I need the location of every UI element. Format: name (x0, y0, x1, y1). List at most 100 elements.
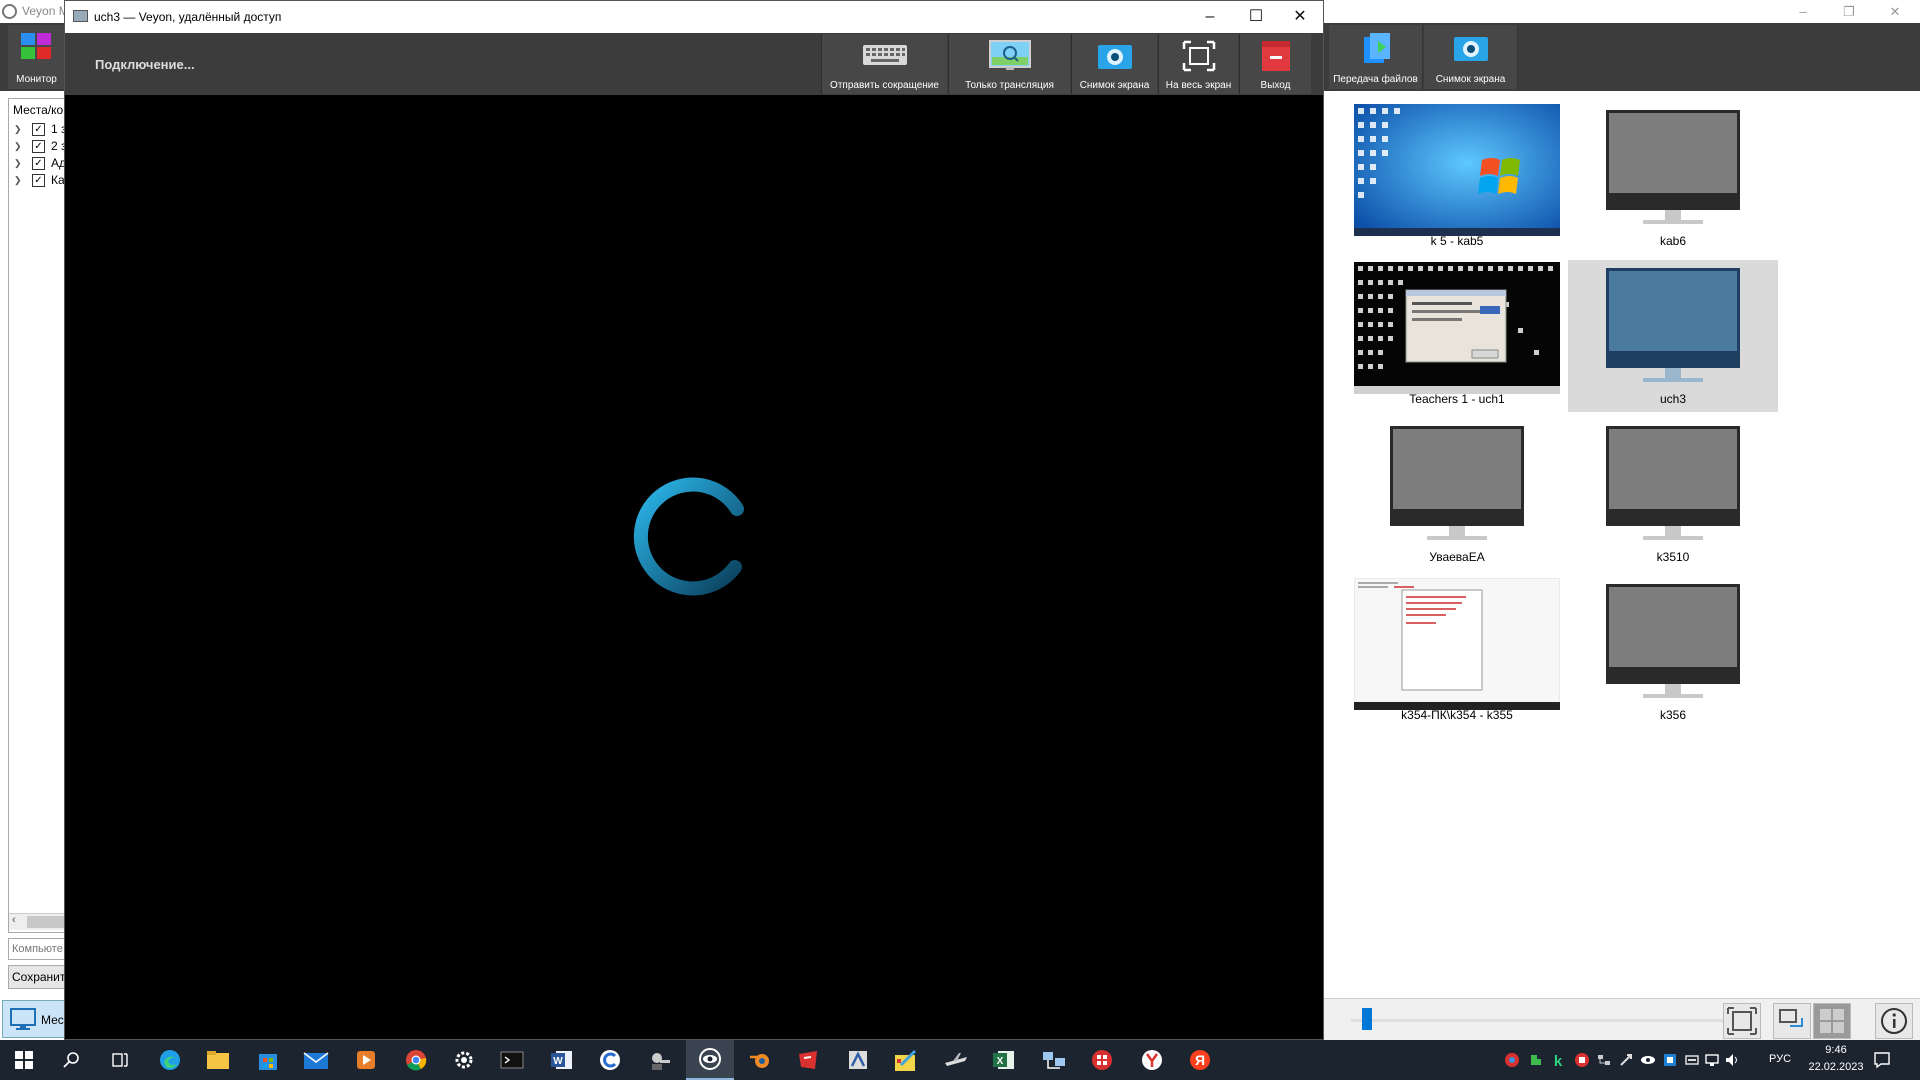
red-app-icon[interactable] (784, 1040, 832, 1080)
scrollbar-thumb[interactable] (27, 916, 67, 928)
language-indicator[interactable]: РУС (1769, 1053, 1791, 1065)
excel-icon[interactable]: X (980, 1040, 1028, 1080)
tray-app-icon[interactable] (1662, 1052, 1678, 1068)
checkbox[interactable]: ✓ (32, 174, 45, 187)
window-app-icon (73, 10, 88, 22)
mail-icon[interactable] (292, 1040, 340, 1080)
checkbox[interactable]: ✓ (32, 140, 45, 153)
network-app-icon[interactable] (1030, 1040, 1078, 1080)
computer-tile[interactable]: k 5 - kab5 (1352, 102, 1562, 254)
blender-icon[interactable] (736, 1040, 784, 1080)
tray-k-icon[interactable]: k (1550, 1052, 1566, 1068)
clock-time[interactable]: 9:46 (1806, 1044, 1866, 1056)
chevron-right-icon[interactable]: ❯ (14, 175, 22, 186)
computer-search-input[interactable]: Компьюте (8, 938, 68, 960)
scroll-left-icon[interactable]: ‹ (12, 914, 16, 926)
search-icon[interactable] (48, 1040, 96, 1080)
network-icon[interactable] (1704, 1052, 1720, 1068)
file-transfer-button[interactable]: Передача файлов (1329, 25, 1423, 89)
tray-veyon-icon[interactable] (1640, 1052, 1656, 1068)
checkbox[interactable]: ✓ (32, 157, 45, 170)
fullscreen-label: На весь экран (1165, 80, 1232, 91)
yandex-icon[interactable]: Я (1176, 1040, 1224, 1080)
horizontal-scrollbar[interactable]: ‹ (9, 913, 68, 930)
chevron-right-icon[interactable]: ❯ (14, 158, 22, 169)
remote-access-window: uch3 — Veyon, удалённый доступ – ☐ ✕ Под… (64, 0, 1324, 1040)
word-icon[interactable]: W (538, 1040, 586, 1080)
places-toggle-button[interactable]: Мес (2, 1000, 68, 1038)
fullscreen-icon (1182, 40, 1215, 72)
tray-antivirus-icon[interactable] (1574, 1052, 1590, 1068)
checkbox[interactable]: ✓ (32, 123, 45, 136)
computer-tile[interactable]: k356 (1568, 576, 1778, 728)
computer-tile[interactable]: УваеваЕА (1352, 418, 1562, 570)
screen-thumbnail (1354, 104, 1560, 236)
computer-tile[interactable]: k354-ПК\k354 - k355 (1352, 576, 1562, 728)
remote-screen-view[interactable] (65, 95, 1323, 1039)
master-screenshot-button[interactable]: Снимок экрана (1424, 25, 1518, 89)
monitor-button-label: Монитор (16, 74, 57, 85)
paint-app-icon[interactable] (882, 1040, 930, 1080)
tray-yandex-disk-icon[interactable] (1504, 1052, 1520, 1068)
tray-tool-icon[interactable] (1618, 1052, 1634, 1068)
media-player-icon[interactable] (342, 1040, 390, 1080)
task-view-icon[interactable] (96, 1040, 144, 1080)
minimize-icon[interactable]: – (1780, 0, 1826, 23)
computer-name: УваеваЕА (1429, 550, 1485, 564)
minimize-icon[interactable]: – (1187, 1, 1233, 33)
file-explorer-icon[interactable] (194, 1040, 242, 1080)
send-shortcut-label: Отправить сокращение (830, 80, 939, 91)
places-toggle-label: Мес (41, 1013, 64, 1027)
fit-to-window-button[interactable] (1723, 1003, 1761, 1039)
svg-text:k: k (1554, 1053, 1563, 1068)
veyon-icon[interactable] (686, 1040, 734, 1080)
ccleaner-icon[interactable] (586, 1040, 634, 1080)
remote-titlebar: uch3 — Veyon, удалённый доступ – ☐ ✕ (65, 1, 1323, 33)
tray-network-share-icon[interactable] (1596, 1052, 1612, 1068)
save-button[interactable]: Сохранить (8, 965, 68, 989)
view-only-button[interactable]: Только трансляция (948, 34, 1070, 94)
restore-icon[interactable]: ❐ (1826, 0, 1872, 23)
terminal-icon[interactable] (488, 1040, 536, 1080)
computer-tile-selected[interactable]: uch3 (1568, 260, 1778, 412)
notification-center-icon[interactable] (1872, 1050, 1892, 1070)
archive-app-icon[interactable] (834, 1040, 882, 1080)
computer-tile[interactable]: k3510 (1568, 418, 1778, 570)
close-icon[interactable]: ✕ (1872, 0, 1918, 23)
remote-window-title: uch3 — Veyon, удалённый доступ (94, 10, 282, 24)
store-icon[interactable] (244, 1040, 292, 1080)
send-shortcut-button[interactable]: Отправить сокращение (821, 34, 947, 94)
edge-icon[interactable] (146, 1040, 194, 1080)
chevron-right-icon[interactable]: ❯ (14, 141, 22, 152)
places-panel (8, 98, 68, 933)
flight-app-icon[interactable] (932, 1040, 980, 1080)
grid-view-button[interactable] (1813, 1003, 1851, 1039)
yandex-browser-icon[interactable] (1128, 1040, 1176, 1080)
maximize-icon[interactable]: ☐ (1233, 1, 1279, 33)
exit-button[interactable]: Выход (1239, 34, 1311, 94)
keys-app-icon[interactable] (636, 1040, 684, 1080)
tray-scanner-icon[interactable] (1684, 1052, 1700, 1068)
screenshot-button[interactable]: Снимок экрана (1071, 34, 1157, 94)
file-transfer-icon (1363, 33, 1390, 63)
fullscreen-button[interactable]: На весь экран (1158, 34, 1238, 94)
computer-tile[interactable]: Teachers 1 - uch1 (1352, 260, 1562, 412)
clock-date[interactable]: 22.02.2023 (1806, 1061, 1866, 1073)
computer-tile[interactable]: kab6 (1568, 102, 1778, 254)
monitor-button[interactable]: Монитор (8, 25, 66, 89)
computer-name: k356 (1659, 708, 1687, 722)
swap-button[interactable] (1773, 1003, 1811, 1039)
red-shield-app-icon[interactable] (1078, 1040, 1126, 1080)
about-button[interactable] (1875, 1003, 1913, 1039)
chrome-icon[interactable] (392, 1040, 440, 1080)
windows-start-icon[interactable] (0, 1040, 48, 1080)
chevron-right-icon[interactable]: ❯ (14, 124, 22, 135)
tray-puzzle-icon[interactable] (1528, 1052, 1544, 1068)
close-icon[interactable]: ✕ (1277, 1, 1323, 33)
monitor-mode-icon (20, 33, 51, 59)
zoom-slider-thumb[interactable] (1362, 1008, 1373, 1030)
volume-icon[interactable] (1724, 1052, 1740, 1068)
settings-icon[interactable] (440, 1040, 488, 1080)
zoom-slider[interactable] (1351, 1019, 1741, 1022)
computer-name: k354-ПК\k354 - k355 (1401, 708, 1513, 722)
